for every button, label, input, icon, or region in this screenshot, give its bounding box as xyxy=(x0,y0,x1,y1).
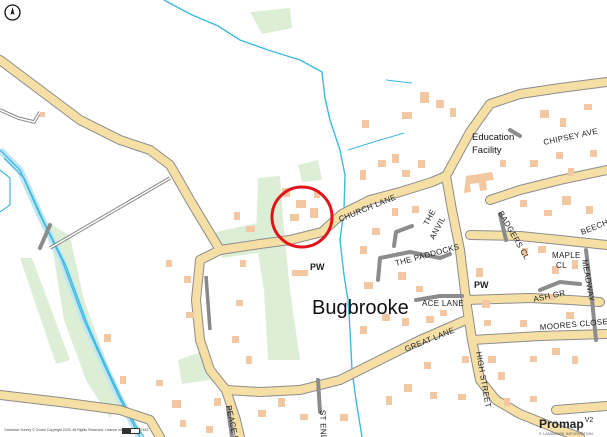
place-of-worship-label: PW xyxy=(310,262,325,272)
green-areas xyxy=(20,8,322,418)
education-building xyxy=(464,172,494,193)
north-arrow-icon xyxy=(4,4,21,21)
map-svg: CHURCH LANE THE PADDOCKS THE ANVIL BADGE… xyxy=(0,0,607,437)
road-label-st-end: ST END xyxy=(318,410,328,437)
tracks xyxy=(0,108,212,331)
scale-bar xyxy=(122,428,140,434)
brand-name: Promap xyxy=(539,417,584,431)
church-building-2 xyxy=(476,268,483,277)
facility-label-line2: Facility xyxy=(472,145,502,156)
brand-block: PromapV2 © LANDMARK INFORMATION xyxy=(539,415,603,436)
brand-version: V2 xyxy=(584,416,594,424)
road-label-chipsey-ave: CHIPSEY AVE xyxy=(543,127,599,147)
church-building xyxy=(292,270,308,276)
road-label-cl: CL xyxy=(556,261,567,270)
road-label-beech: BEECH xyxy=(579,218,607,237)
village-label: Bugbrooke xyxy=(312,297,409,319)
place-of-worship-label-2: PW xyxy=(474,280,489,290)
map-canvas[interactable]: CHURCH LANE THE PADDOCKS THE ANVIL BADGE… xyxy=(0,0,607,437)
brand-subtitle: © LANDMARK INFORMATION xyxy=(539,432,593,436)
road-label-ace-lane: ACE LANE xyxy=(422,299,464,308)
facility-label-line1: Education xyxy=(472,132,514,143)
road-label-maple: MAPLE xyxy=(552,251,581,260)
